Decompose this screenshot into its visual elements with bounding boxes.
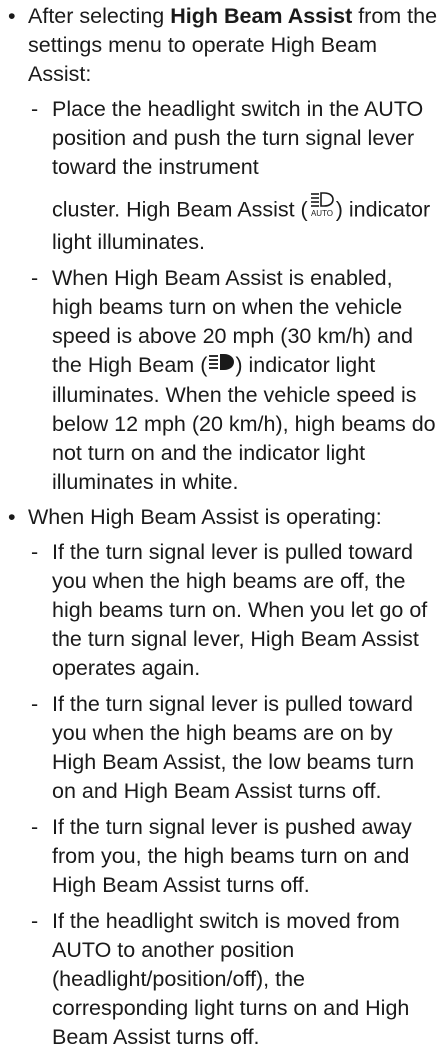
dash-marker: - (31, 97, 39, 121)
dash-marker: - (31, 266, 39, 290)
sub-item-text: Place the headlight switch in the AUTO p… (52, 97, 424, 179)
sub-item-switch-moved: - If the headlight switch is moved from … (6, 907, 438, 1052)
sub-item-pulled-on: - If the turn signal lever is pulled tow… (6, 690, 438, 806)
dash-marker: - (31, 539, 39, 564)
sub-item-enabled: - When High Beam Assist is enabled, high… (6, 264, 438, 497)
sub-item-text: If the turn signal lever is pulled towar… (52, 539, 428, 680)
sub-item-pushed-away: - If the turn signal lever is pushed awa… (6, 813, 438, 900)
sub-item-text: If the turn signal lever is pulled towar… (52, 691, 415, 803)
bullet-dot: • (8, 4, 16, 28)
sub-item-text: If the headlight switch is moved from AU… (52, 908, 410, 1049)
dash-marker: - (31, 814, 39, 839)
sub-item-text-pre: the High Beam ( (52, 353, 208, 377)
bullet-dot: • (8, 504, 16, 529)
dash-marker: - (31, 691, 39, 716)
sub-item-text: If the turn signal lever is pushed away … (52, 814, 412, 897)
high-beam-assist-icon-label: AUTO (311, 209, 333, 218)
sub-item-text-pre: cluster. High Beam Assist ( (52, 197, 308, 222)
sub-item-auto-position: - Place the headlight switch in the AUTO… (6, 95, 438, 257)
intro-text-bold: High Beam Assist (170, 4, 353, 28)
bullet-item-operate: • After selecting High Beam Assist from … (6, 2, 438, 89)
intro-text-pre: After selecting (28, 4, 171, 28)
manual-page: • After selecting High Beam Assist from … (0, 0, 442, 1049)
high-beam-icon (207, 350, 235, 379)
sub-item-pulled-off: - If the turn signal lever is pulled tow… (6, 538, 438, 683)
dash-marker: - (31, 908, 39, 933)
high-beam-assist-icon: AUTO (308, 192, 336, 226)
bullet-item-operating: • When High Beam Assist is operating: (6, 503, 438, 532)
sub-item-text: When High Beam Assist is enabled, high b… (52, 266, 413, 348)
intro-text: When High Beam Assist is operating: (28, 504, 382, 529)
